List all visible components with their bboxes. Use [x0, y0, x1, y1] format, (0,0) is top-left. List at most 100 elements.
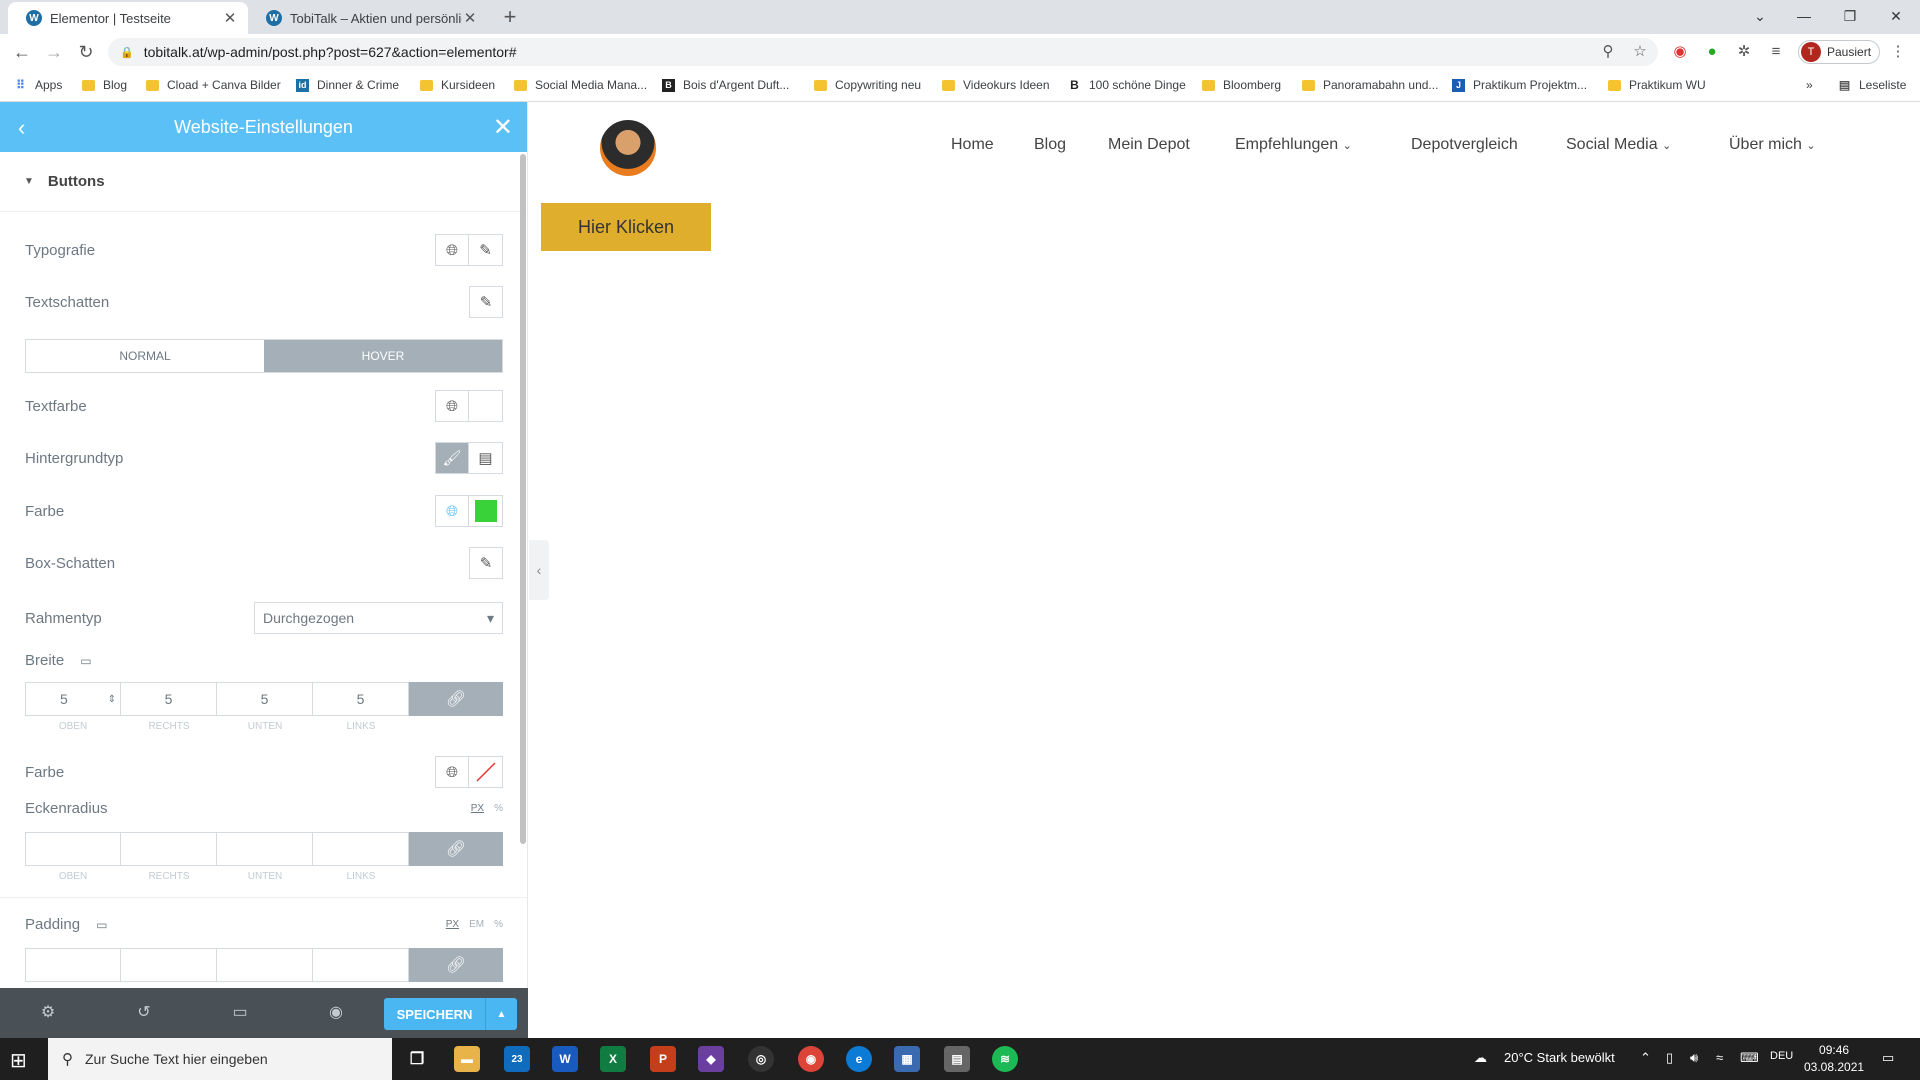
powerpoint-icon[interactable]: P [650, 1046, 676, 1072]
bookmark-item[interactable]: Videokurs Ideen [942, 78, 1050, 92]
padding-top-input[interactable] [25, 948, 121, 982]
globe-icon[interactable]: 🌐︎ [435, 390, 469, 422]
extension-grammarly-icon[interactable]: ● [1702, 42, 1722, 62]
padding-left-input[interactable] [313, 948, 409, 982]
bookmark-item[interactable]: B 100 schöne Dinge [1068, 78, 1186, 92]
panel-scrollbar[interactable] [520, 154, 526, 844]
bookmark-item[interactable]: B Bois d'Argent Duft... [662, 78, 789, 92]
color-swatch-none[interactable] [469, 756, 503, 788]
volume-icon[interactable]: 🔊︎ [1690, 1050, 1698, 1066]
windows-start-icon[interactable]: ⊞ [10, 1048, 27, 1073]
bookmark-item[interactable]: J Praktikum Projektm... [1452, 78, 1587, 92]
close-window-button[interactable]: ✕ [1876, 4, 1916, 28]
unit-px[interactable]: PX [471, 803, 484, 814]
radius-right-input[interactable] [121, 832, 217, 866]
nav-home[interactable]: Home [951, 136, 994, 154]
task-view-icon[interactable]: ❐ [404, 1046, 430, 1072]
bookmark-item[interactable]: Kursideen [420, 78, 495, 92]
link-values-icon[interactable]: 🔗︎ [409, 682, 503, 716]
monitor-icon[interactable]: ▭ [80, 654, 91, 668]
nav-mein-depot[interactable]: Mein Depot [1108, 136, 1190, 154]
site-logo-avatar[interactable] [600, 120, 656, 176]
bookmark-apps[interactable]: ⠿ Apps [14, 78, 62, 92]
radius-top-input[interactable] [25, 832, 121, 866]
bookmark-item[interactable]: Praktikum WU [1608, 78, 1706, 92]
width-top-input[interactable]: 5 ⇕ [25, 682, 121, 716]
bookmark-item[interactable]: id Dinner & Crime [296, 78, 399, 92]
unit-percent[interactable]: % [494, 919, 503, 930]
taskbar-search[interactable]: ⚲ Zur Suche Text hier eingeben [48, 1038, 392, 1080]
close-tab-icon[interactable]: ✕ [462, 9, 478, 27]
forward-icon[interactable]: → [42, 40, 66, 64]
obs-icon[interactable]: ◎ [748, 1046, 774, 1072]
new-tab-button[interactable]: + [498, 6, 522, 30]
border-type-select[interactable]: Durchgezogen ▾ [254, 602, 503, 634]
app-icon[interactable]: ◆ [698, 1046, 724, 1072]
globe-icon[interactable]: 🌐︎ [435, 756, 469, 788]
bookmark-item[interactable]: Panoramabahn und... [1302, 78, 1438, 92]
settings-gear-icon[interactable]: ⚙ [36, 1002, 60, 1024]
minimize-button[interactable]: — [1784, 4, 1824, 28]
responsive-mode-icon[interactable]: ▭ [228, 1002, 252, 1024]
tab-search-icon[interactable]: ⌄ [1740, 4, 1780, 28]
edge-icon[interactable]: e [846, 1046, 872, 1072]
language-indicator[interactable]: DEU [1770, 1050, 1793, 1062]
link-values-icon[interactable]: 🔗︎ [409, 948, 503, 982]
padding-bottom-input[interactable] [217, 948, 313, 982]
padding-right-input[interactable] [121, 948, 217, 982]
extensions-puzzle-icon[interactable]: ✲ [1734, 42, 1754, 62]
excel-icon[interactable]: X [600, 1046, 626, 1072]
nav-depotvergleich[interactable]: Depotvergleich [1411, 136, 1518, 154]
close-icon[interactable]: ✕ [493, 113, 513, 142]
save-options-caret-icon[interactable]: ▲ [485, 998, 517, 1030]
collapse-panel-icon[interactable]: ‹ [529, 540, 549, 600]
radius-bottom-input[interactable] [217, 832, 313, 866]
spinner-icon[interactable]: ⇕ [108, 694, 116, 705]
app-icon[interactable]: ▦ [894, 1046, 920, 1072]
address-bar[interactable]: 🔒 tobitalk.at/wp-admin/post.php?post=627… [108, 38, 1658, 66]
nav-ueber-mich[interactable]: Über mich ⌄ [1729, 136, 1816, 154]
spotify-icon[interactable]: ≋ [992, 1046, 1018, 1072]
tab-elementor[interactable]: W Elementor | Testseite ✕ [8, 2, 248, 34]
bookmark-item[interactable]: Social Media Mana... [514, 78, 647, 92]
back-chevron-icon[interactable]: ‹ [18, 115, 25, 141]
globe-icon[interactable]: 🌐︎ [435, 495, 469, 527]
app-icon[interactable]: ▤ [944, 1046, 970, 1072]
color-swatch[interactable] [469, 495, 503, 527]
clock[interactable]: 09:46 03.08.2021 [1804, 1042, 1864, 1076]
weather-text[interactable]: 20°C Stark bewölkt [1504, 1050, 1615, 1065]
history-icon[interactable]: ↺ [132, 1002, 156, 1024]
bookmark-item[interactable]: Blog [82, 78, 127, 92]
back-icon[interactable]: ← [10, 40, 34, 64]
width-bottom-input[interactable]: 5 [217, 682, 313, 716]
weather-cloud-icon[interactable]: ☁ [1474, 1050, 1487, 1066]
tab-normal[interactable]: NORMAL [26, 340, 264, 372]
word-icon[interactable]: W [552, 1046, 578, 1072]
profile-button[interactable]: T Pausiert [1798, 40, 1880, 64]
globe-icon[interactable]: 🌐︎ [435, 234, 469, 266]
bookmark-star-icon[interactable]: ☆ [1630, 42, 1650, 62]
mail-icon[interactable]: 23 [504, 1046, 530, 1072]
hier-klicken-button[interactable]: Hier Klicken [541, 203, 711, 251]
keyboard-icon[interactable]: ⌨ [1740, 1050, 1759, 1066]
pencil-icon[interactable]: ✎ [469, 547, 503, 579]
save-button[interactable]: SPEICHERN [384, 998, 485, 1030]
monitor-icon[interactable]: ▭ [96, 918, 107, 932]
extension-abp-icon[interactable]: ◉ [1670, 42, 1690, 62]
preview-eye-icon[interactable]: ◉ [324, 1002, 348, 1024]
section-buttons-toggle[interactable]: ▼ Buttons [0, 152, 528, 212]
color-swatch-empty[interactable] [469, 390, 503, 422]
nav-blog[interactable]: Blog [1034, 136, 1066, 154]
media-queue-icon[interactable]: ≡ [1766, 42, 1786, 62]
wifi-icon[interactable]: ≈ [1716, 1050, 1723, 1065]
reading-list[interactable]: ▤ Leseliste [1838, 78, 1907, 92]
tray-device-icon[interactable]: ▯ [1666, 1050, 1673, 1066]
width-left-input[interactable]: 5 [313, 682, 409, 716]
close-tab-icon[interactable]: ✕ [222, 9, 238, 27]
gradient-icon[interactable]: ▤ [469, 442, 503, 474]
bookmark-item[interactable]: Bloomberg [1202, 78, 1281, 92]
nav-social-media[interactable]: Social Media ⌄ [1566, 136, 1671, 154]
unit-em[interactable]: EM [469, 919, 484, 930]
file-explorer-icon[interactable]: ▬ [454, 1046, 480, 1072]
bookmark-item[interactable]: Cload + Canva Bilder [146, 78, 281, 92]
